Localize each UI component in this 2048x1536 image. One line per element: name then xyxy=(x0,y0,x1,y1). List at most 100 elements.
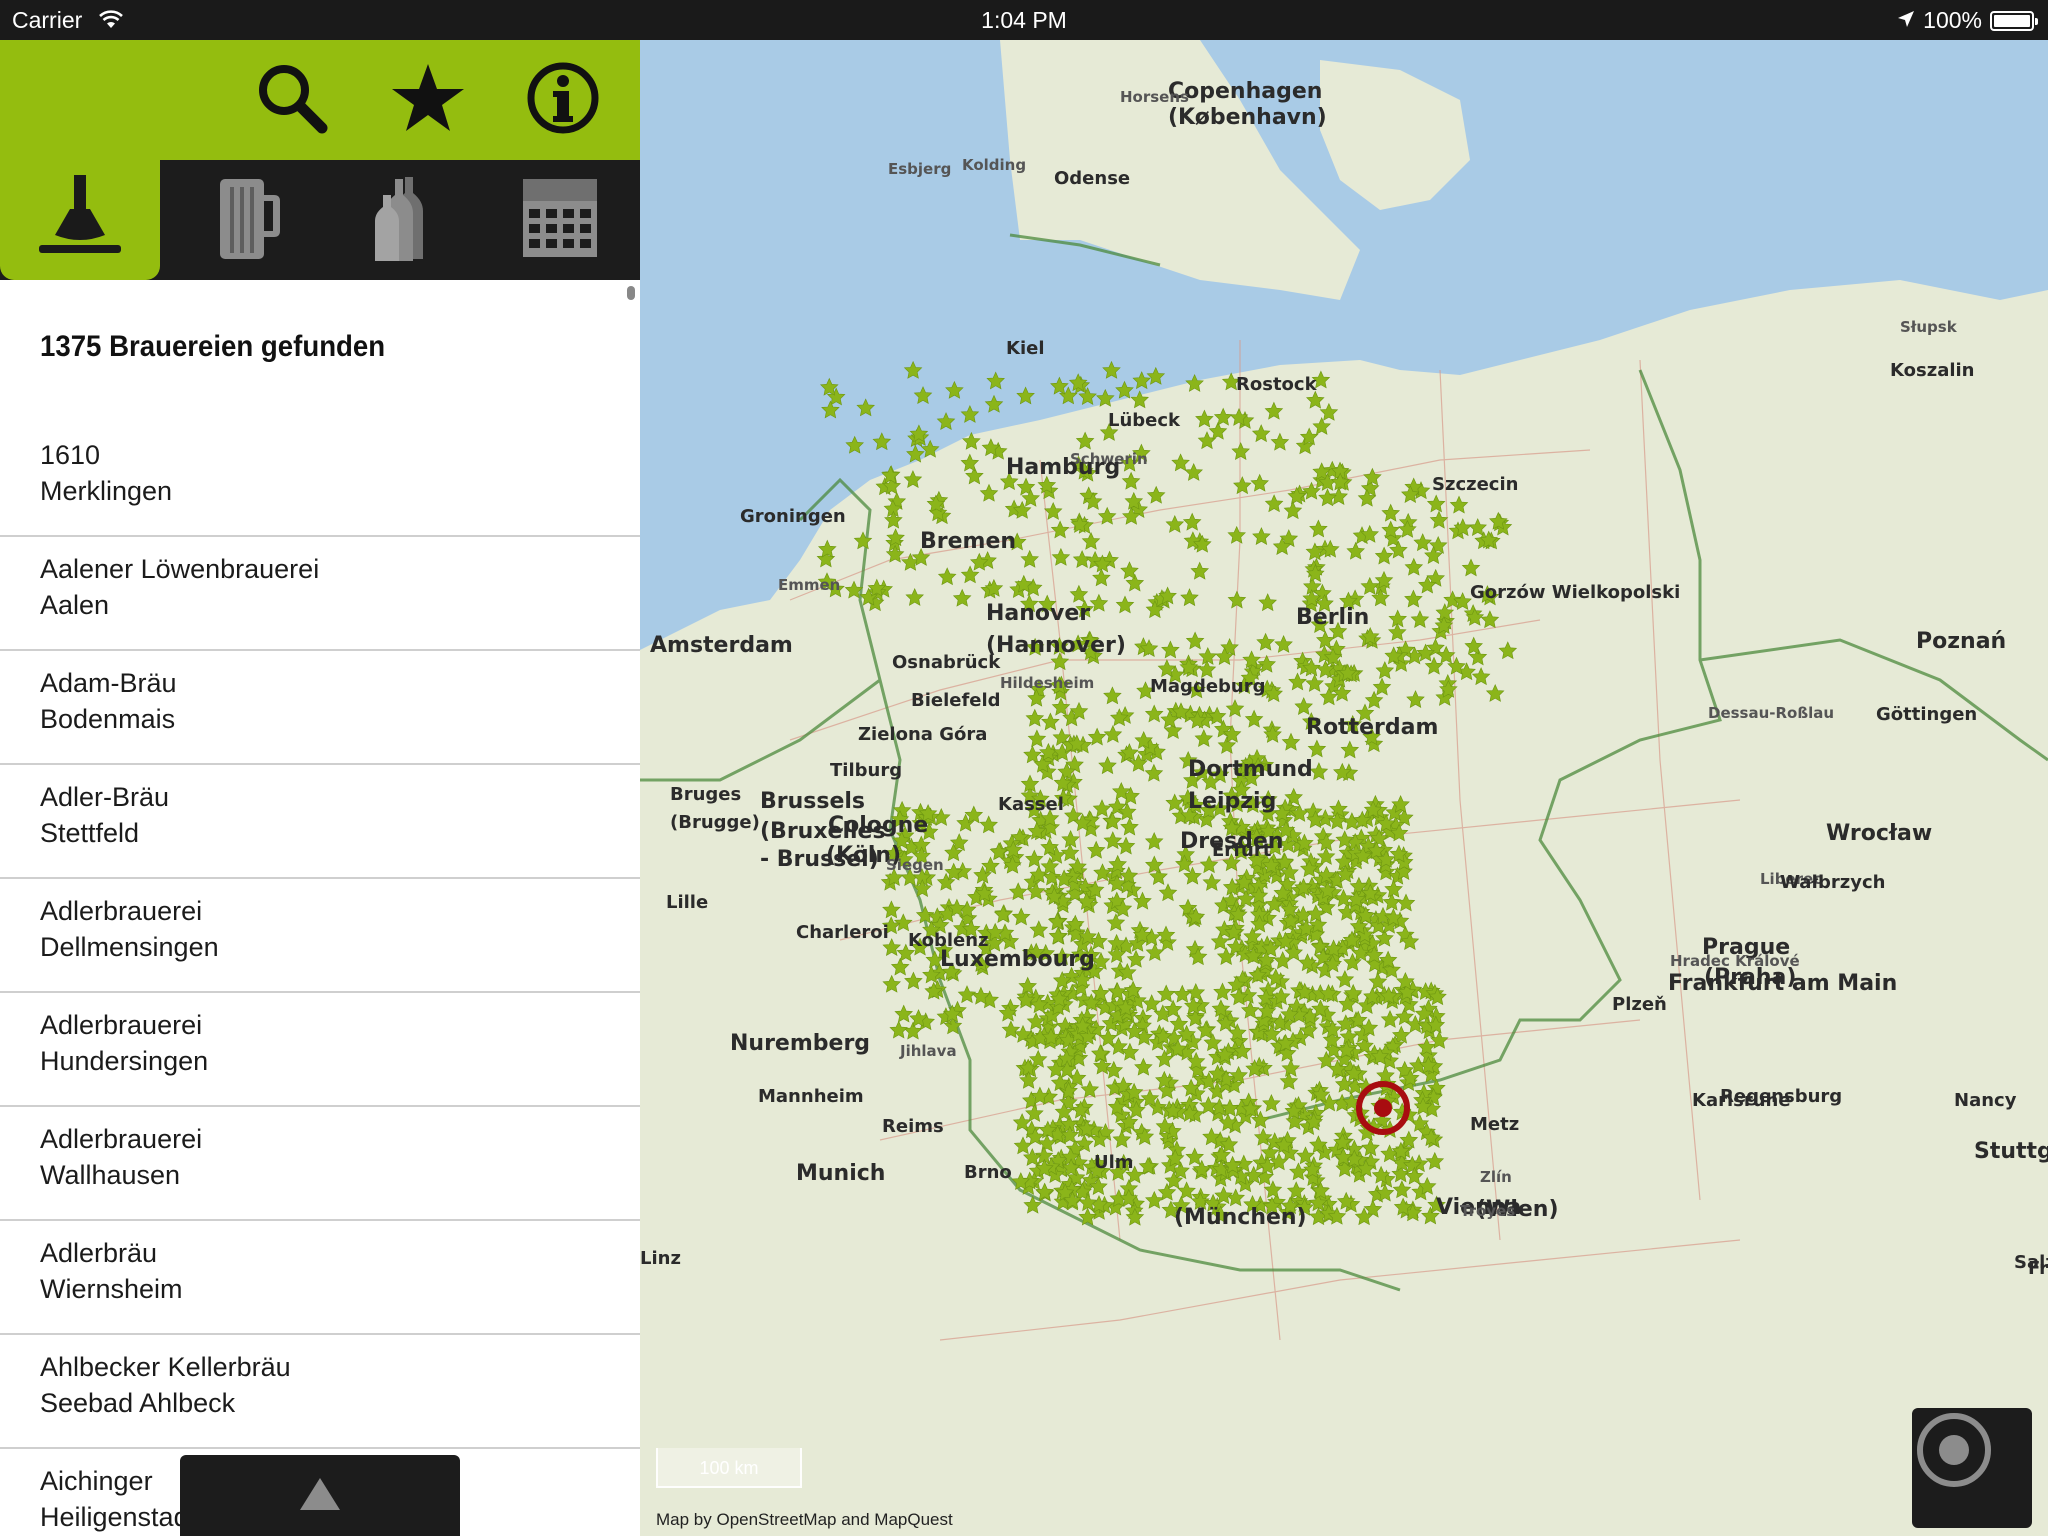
city-label: Wałbrzych xyxy=(1780,872,1886,893)
clock: 1:04 PM xyxy=(981,7,1067,33)
city-label: Osnabrück xyxy=(892,652,1001,673)
city-label: Magdeburg xyxy=(1150,676,1266,697)
brewery-name: Adlerbräu xyxy=(40,1238,158,1268)
city-label: Dessau-Roßlau xyxy=(1708,704,1834,722)
city-label: Słupsk xyxy=(1900,318,1958,336)
brewery-place: Stettfeld xyxy=(40,818,140,848)
city-label: Hradec Králové xyxy=(1670,952,1800,970)
city-label: Göttingen xyxy=(1876,704,1977,725)
beer-mug-icon xyxy=(212,173,282,268)
location-arrow-icon xyxy=(1897,7,1915,34)
tab-breweries[interactable] xyxy=(0,160,160,280)
scale-bar: 100 km xyxy=(656,1448,802,1488)
result-count: 1375 Brauereien gefunden xyxy=(40,330,386,363)
city-label: Cologne xyxy=(828,813,928,838)
list-item[interactable]: Adlerbrauerei Wallhausen xyxy=(0,1107,640,1221)
city-label: Hanover xyxy=(986,601,1090,626)
tab-bottles[interactable] xyxy=(320,160,480,280)
locate-me-button[interactable] xyxy=(1912,1408,2032,1528)
brewery-name: Adam-Bräu xyxy=(40,668,177,698)
city-label: Rotterdam xyxy=(1306,715,1438,740)
city-label: Plzeň xyxy=(1612,994,1667,1015)
city-label: Metz xyxy=(1470,1114,1519,1135)
info-icon xyxy=(525,60,601,141)
city-label: Horsens xyxy=(1120,88,1189,106)
city-label: Kassel xyxy=(998,794,1064,815)
city-label: Linz xyxy=(640,1248,681,1269)
list-item[interactable]: Adlerbrauerei Dellmensingen xyxy=(0,879,640,993)
city-label: Regensburg xyxy=(1720,1086,1842,1107)
city-label: Frankfurt am Main xyxy=(1668,971,1897,996)
brewery-name: Ahlbecker Kellerbräu xyxy=(40,1352,291,1382)
brewery-name: Adlerbrauerei xyxy=(40,1124,203,1154)
city-label: Wrocław xyxy=(1826,821,1932,846)
brewery-list[interactable]: 1375 Brauereien gefunden 1610 Merklingen A… xyxy=(0,280,640,1536)
map-attribution: Map by OpenStreetMap and MapQuest xyxy=(656,1510,953,1529)
city-label: Poznań xyxy=(1916,629,2006,654)
city-label: Salzburg xyxy=(2014,1252,2048,1273)
tab-events[interactable] xyxy=(480,160,640,280)
brewery-name: Adlerbrauerei xyxy=(40,896,203,926)
list-item[interactable]: Aalener Löwenbrauerei Aalen xyxy=(0,537,640,651)
city-label: Lille xyxy=(666,892,708,913)
list-item[interactable]: Adlerbrauerei Hundersingen xyxy=(0,993,640,1107)
city-label: Emmen xyxy=(778,576,840,594)
favorites-button[interactable] xyxy=(383,60,473,140)
battery-level xyxy=(1994,14,2030,27)
list-item[interactable]: Ahlbecker Kellerbräu Seebad Ahlbeck xyxy=(0,1335,640,1449)
city-label: Siegen xyxy=(886,856,944,874)
city-label: Leipzig xyxy=(1188,789,1276,814)
list-item[interactable]: Adlerbräu Wiernsheim xyxy=(0,1221,640,1335)
brewery-kettle-icon xyxy=(35,173,125,268)
city-label: Koszalin xyxy=(1890,360,1975,381)
city-label: Esbjerg xyxy=(888,160,951,178)
brewery-place: Aalen xyxy=(40,590,110,620)
drawer-toggle-button[interactable] xyxy=(180,1455,460,1536)
city-label: Nancy xyxy=(1954,1090,2017,1111)
city-label: Nuremberg xyxy=(730,1031,870,1056)
city-label: Ulm xyxy=(1094,1152,1134,1173)
city-label: Zielona Góra xyxy=(858,724,987,745)
sidebar: 1375 Brauereien gefunden 1610 Merklingen A… xyxy=(0,40,640,1536)
city-label: Gorzów Wielkopolski xyxy=(1470,582,1680,603)
brewery-place: Seebad Ahlbeck xyxy=(40,1388,236,1418)
city-label: Rostock xyxy=(1236,374,1318,395)
brewery-place: Hundersingen xyxy=(40,1046,209,1076)
city-label: Stuttgart xyxy=(1974,1139,2048,1164)
city-label: Bremen xyxy=(920,529,1016,554)
brewery-name: 1610 xyxy=(40,440,101,470)
toolbar xyxy=(0,40,640,160)
city-label: Hildesheim xyxy=(1000,674,1094,692)
map-view[interactable]: Copenhagen (København) Horsens Esbjerg Koldi… xyxy=(640,40,2048,1536)
search-button[interactable] xyxy=(247,60,337,140)
city-label: Amsterdam xyxy=(650,633,793,658)
city-label: Copenhagen xyxy=(1168,79,1322,104)
city-label: Brussels xyxy=(760,789,865,814)
city-label: Bruges xyxy=(670,784,741,805)
list-item[interactable]: Adam-Bräu Bodenmais xyxy=(0,651,640,765)
tab-beers[interactable] xyxy=(167,160,327,280)
city-label: Dortmund xyxy=(1188,757,1313,782)
city-label: Mannheim xyxy=(758,1086,864,1107)
scroll-indicator xyxy=(627,286,635,300)
city-label: Berlin xyxy=(1296,605,1369,630)
city-label: Brno xyxy=(964,1162,1012,1183)
brewery-place: Merklingen xyxy=(40,476,173,506)
brewery-name: Adlerbrauerei xyxy=(40,1010,203,1040)
city-label: Munich xyxy=(796,1161,885,1186)
battery-percentage: 100% xyxy=(1923,7,1982,33)
list-item[interactable]: 1610 Merklingen xyxy=(0,423,640,537)
city-label: (København) xyxy=(1168,105,1327,130)
list-item[interactable]: Adler-Bräu Stettfeld xyxy=(0,765,640,879)
calendar-icon xyxy=(520,176,600,265)
city-label: Odense xyxy=(1054,168,1130,189)
city-label: (Hannover) xyxy=(986,633,1126,658)
city-label: Hamburg xyxy=(1006,455,1120,480)
brewery-place: Wiernsheim xyxy=(40,1274,183,1304)
city-label: Luxembourg xyxy=(940,947,1095,972)
info-button[interactable] xyxy=(518,60,608,140)
city-label: (Brugge) xyxy=(670,812,760,833)
city-label: Kiel xyxy=(1006,338,1045,359)
city-label: Lübeck xyxy=(1108,410,1181,431)
star-icon xyxy=(390,60,466,141)
